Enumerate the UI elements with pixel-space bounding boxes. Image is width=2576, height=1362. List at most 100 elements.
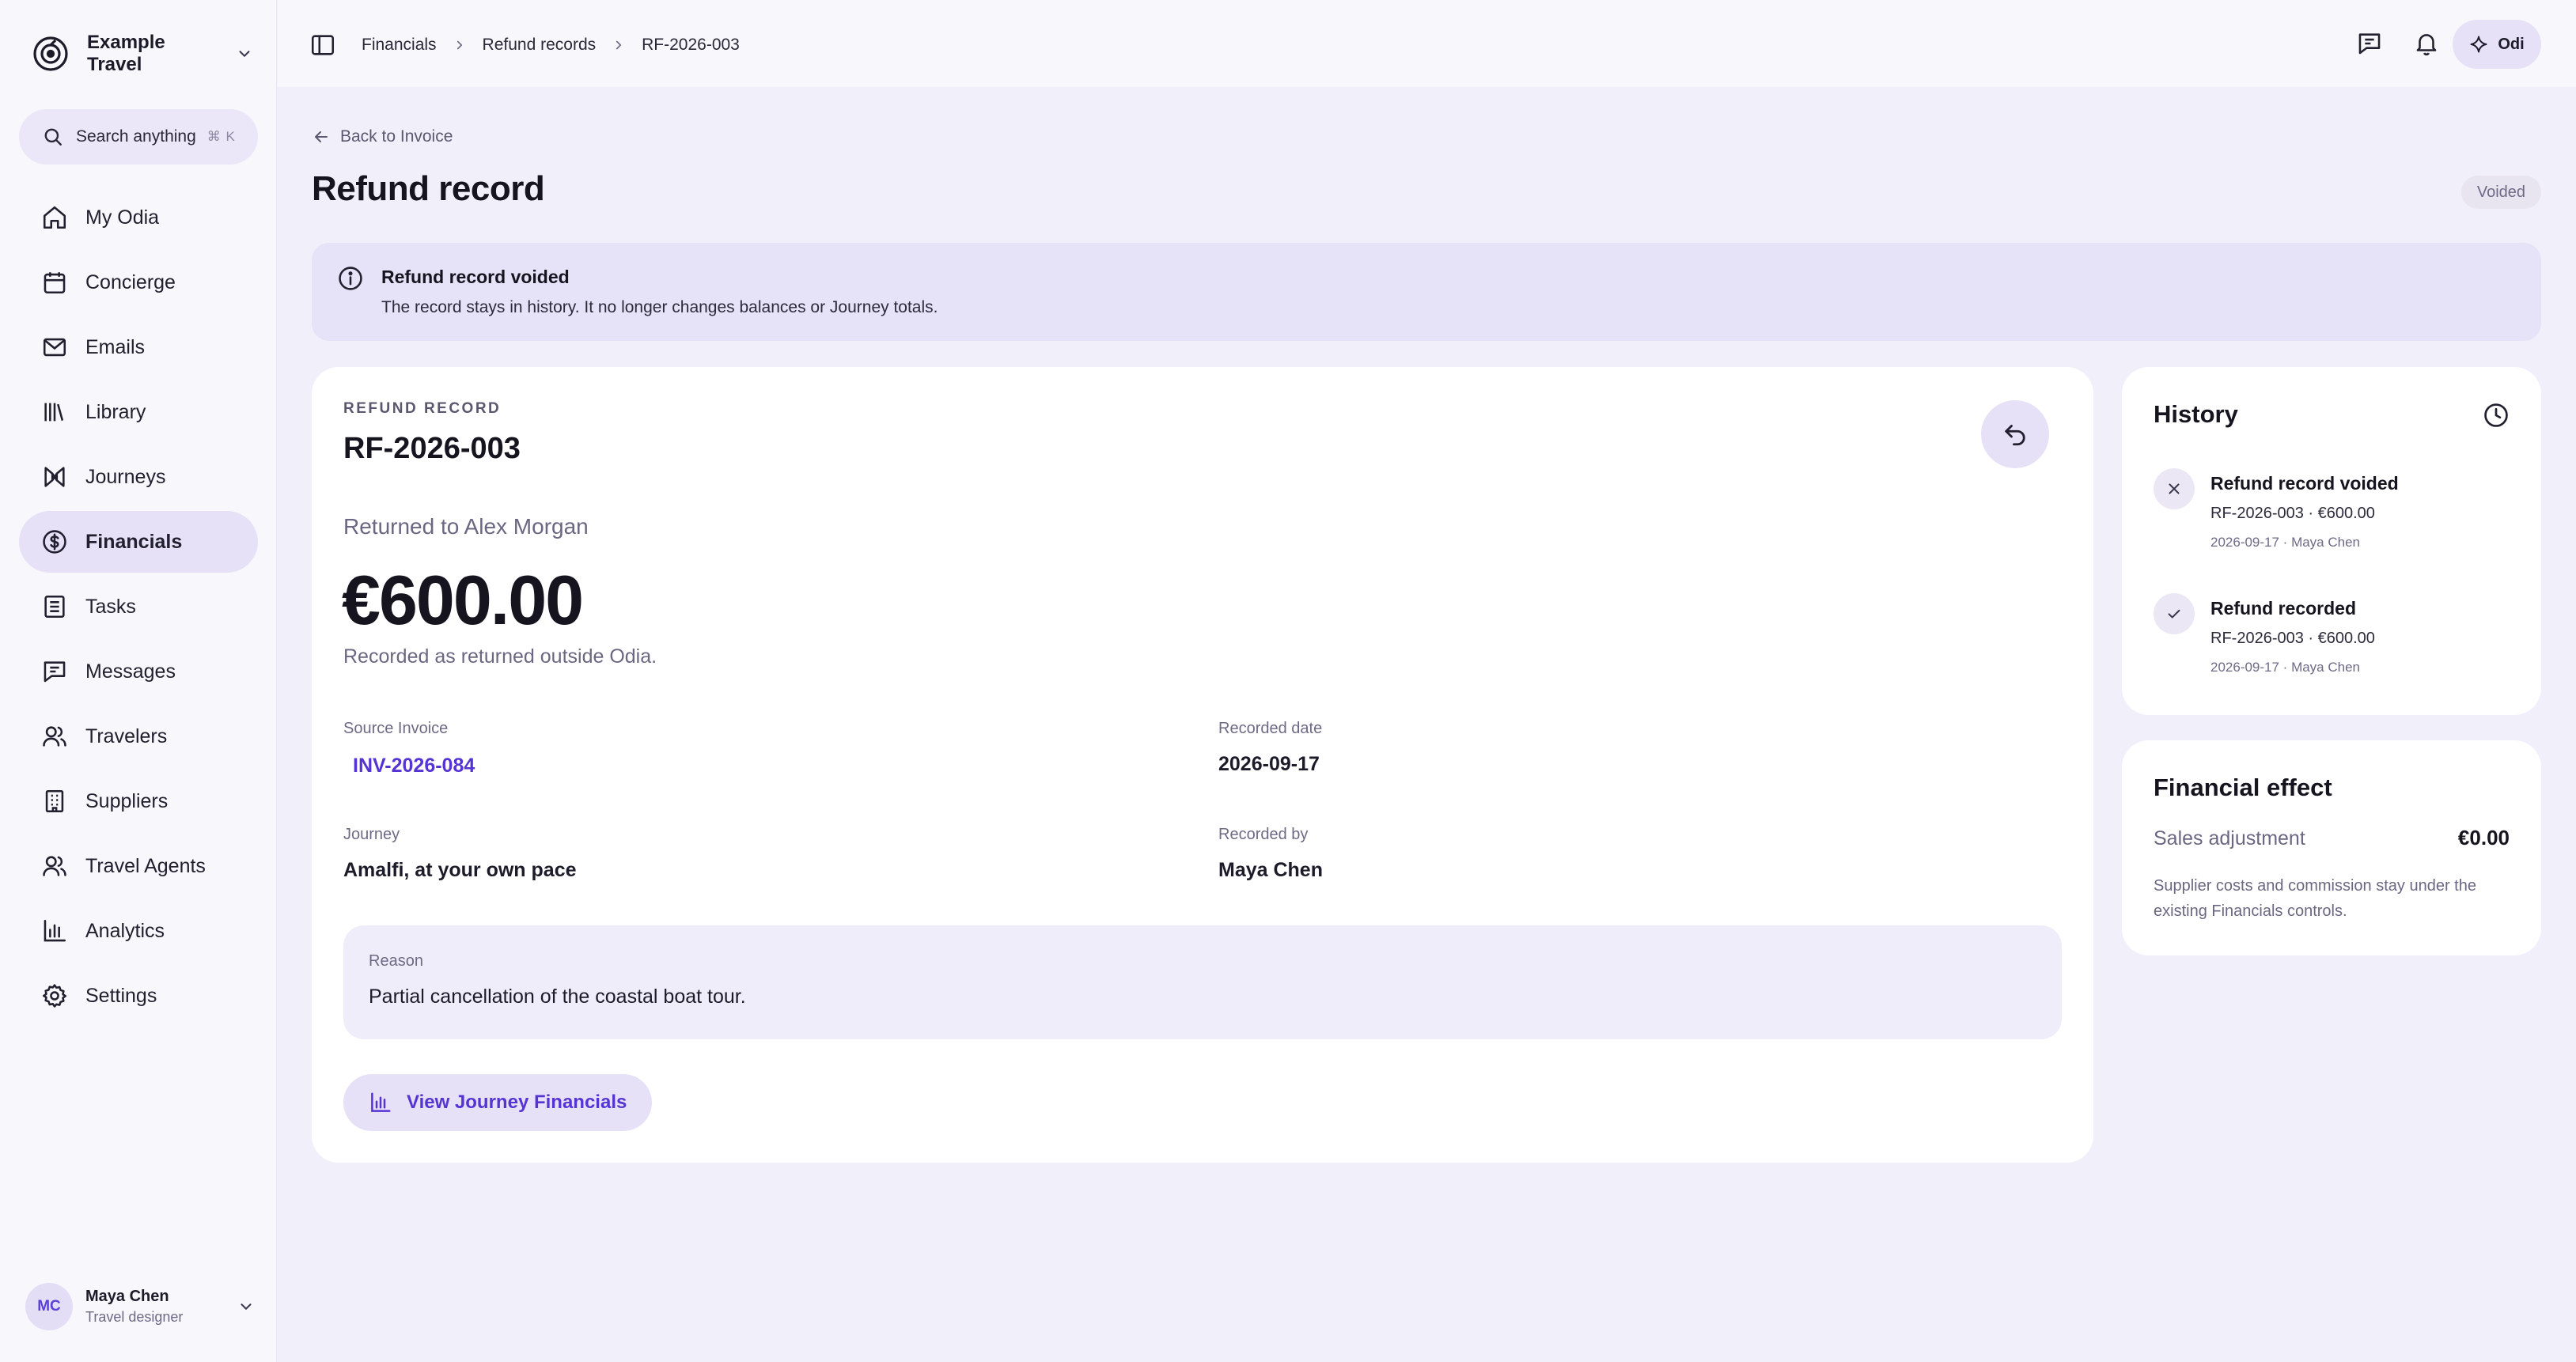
voided-banner: Refund record voided The record stays in… <box>312 243 2541 341</box>
history-item-detail: RF-2026-003 · €600.00 <box>2210 630 2375 647</box>
view-journey-financials-label: View Journey Financials <box>407 1091 627 1113</box>
sidebar-item-label: Library <box>85 400 146 423</box>
sales-adjustment-label: Sales adjustment <box>2154 827 2305 849</box>
dollar-icon <box>41 528 68 555</box>
sidebar-toggle-icon[interactable] <box>309 32 336 59</box>
history-title: History <box>2154 400 2238 428</box>
info-icon <box>337 265 364 292</box>
history-item-meta: 2026-09-17 · Maya Chen <box>2210 660 2361 675</box>
returned-to: Returned to Alex Morgan <box>343 514 589 539</box>
home-icon <box>41 204 68 231</box>
sidebar-item-label: My Odia <box>85 206 160 229</box>
search-label: Search anything <box>76 127 196 146</box>
clock-icon <box>2483 402 2510 429</box>
recorded-note: Recorded as returned outside Odia. <box>343 645 657 668</box>
search-button[interactable]: Search anything ⌘ K <box>19 109 258 165</box>
view-journey-financials-button[interactable]: View Journey Financials <box>343 1074 653 1131</box>
agents-icon <box>41 853 68 880</box>
sidebar-item-journeys[interactable]: Journeys <box>19 446 258 508</box>
sidebar-item-label: Travelers <box>85 725 168 747</box>
library-icon <box>41 399 68 426</box>
sidebar-item-analytics[interactable]: Analytics <box>19 900 258 962</box>
bar-chart-icon <box>369 1091 407 1114</box>
recorded-date-value: 2026-09-17 <box>1218 753 1320 775</box>
user-role: Travel designer <box>85 1309 184 1325</box>
assistant-label: Odi <box>2498 35 2525 53</box>
breadcrumb: Financials Refund records RF-2026-003 <box>362 32 740 59</box>
breadcrumb-financials[interactable]: Financials <box>362 36 437 55</box>
sales-adjustment-value: €0.00 <box>2457 826 2510 849</box>
sidebar-item-library[interactable]: Library <box>19 381 258 443</box>
undo-icon <box>2001 420 2029 448</box>
history-card: History Refund record voided RF-2026-003… <box>2122 367 2541 715</box>
avatar: MC <box>25 1283 73 1330</box>
breadcrumb-current: RF-2026-003 <box>642 36 740 54</box>
bell-icon[interactable] <box>2413 30 2440 57</box>
x-icon <box>2154 468 2195 509</box>
financial-effect-card: Financial effect Sales adjustment €0.00 … <box>2122 740 2541 955</box>
history-item-meta: 2026-09-17 · Maya Chen <box>2210 535 2361 550</box>
workspace-logo-icon <box>32 35 70 73</box>
message-icon <box>41 658 68 685</box>
sidebar-item-concierge[interactable]: Concierge <box>19 252 258 313</box>
gear-icon <box>41 982 68 1009</box>
sidebar-item-label: Concierge <box>85 271 176 293</box>
sidebar-item-label: Suppliers <box>85 789 169 812</box>
user-name: Maya Chen <box>85 1288 169 1305</box>
refund-record-card: REFUND RECORD RF-2026-003 Returned to Al… <box>312 367 2093 1163</box>
user-menu[interactable]: MC Maya Chen Travel designer <box>25 1278 255 1335</box>
recorded-by-value: Maya Chen <box>1218 859 1323 881</box>
tasks-icon <box>41 593 68 620</box>
back-link[interactable]: Back to Invoice <box>312 125 453 149</box>
chat-icon[interactable] <box>2356 30 2383 57</box>
search-shortcut: ⌘ K <box>206 129 236 144</box>
financial-effect-title: Financial effect <box>2154 774 2332 801</box>
building-icon <box>41 788 68 815</box>
sidebar-item-travel-agents[interactable]: Travel Agents <box>19 835 258 897</box>
history-item-title: Refund record voided <box>2210 473 2399 494</box>
user-info: Maya Chen Travel designer <box>85 1288 183 1326</box>
source-invoice-link[interactable]: INV-2026-084 <box>353 755 475 777</box>
reason-label: Reason <box>369 952 423 970</box>
refund-amount: €600.00 <box>342 561 584 639</box>
sidebar-item-travelers[interactable]: Travelers <box>19 706 258 767</box>
assistant-button[interactable]: Odi <box>2453 20 2541 69</box>
workspace-name: Example Travel <box>87 32 165 75</box>
sidebar-item-suppliers[interactable]: Suppliers <box>19 770 258 832</box>
sidebar-item-label: Analytics <box>85 919 165 942</box>
sidebar-item-emails[interactable]: Emails <box>19 316 258 378</box>
banner-text: The record stays in history. It no longe… <box>381 298 938 316</box>
sidebar-item-tasks[interactable]: Tasks <box>19 576 258 637</box>
source-invoice-label: Source Invoice <box>343 720 449 737</box>
page-title: Refund record <box>312 169 545 208</box>
breadcrumb-refund-records[interactable]: Refund records <box>483 36 597 55</box>
topbar: Financials Refund records RF-2026-003 Od… <box>278 0 2576 87</box>
arrow-left-icon <box>312 127 340 146</box>
sidebar-item-messages[interactable]: Messages <box>19 641 258 702</box>
financial-effect-note: Supplier costs and commission stay under… <box>2154 877 2476 920</box>
sidebar-item-label: Financials <box>85 530 183 553</box>
search-icon <box>43 127 63 147</box>
sidebar-item-financials[interactable]: Financials <box>19 511 258 573</box>
sidebar-item-label: Messages <box>85 660 176 683</box>
chevron-down-icon <box>237 1298 255 1315</box>
journey-value: Amalfi, at your own pace <box>343 859 577 881</box>
journeys-icon <box>41 463 68 490</box>
recorded-by-label: Recorded by <box>1218 826 1309 843</box>
sidebar-item-label: Emails <box>85 335 146 358</box>
sidebar-item-label: Travel Agents <box>85 854 206 877</box>
status-badge: Voided <box>2460 176 2541 209</box>
sidebar-item-settings[interactable]: Settings <box>19 965 258 1027</box>
banner-title: Refund record voided <box>381 267 570 287</box>
history-item-title: Refund recorded <box>2210 598 2357 619</box>
sparkle-icon <box>2469 35 2498 54</box>
chevron-down-icon <box>236 45 253 62</box>
sidebar-item-label: Tasks <box>85 595 136 618</box>
reason-box: Reason Partial cancellation of the coast… <box>343 925 2062 1039</box>
record-id: RF-2026-003 <box>343 432 521 465</box>
undo-button[interactable] <box>1981 400 2049 468</box>
chevron-right-icon <box>612 38 626 52</box>
sidebar-item-my-odia[interactable]: My Odia <box>19 187 258 248</box>
sidebar-item-label: Settings <box>85 984 157 1007</box>
workspace-switcher[interactable]: Example Travel <box>32 32 253 75</box>
